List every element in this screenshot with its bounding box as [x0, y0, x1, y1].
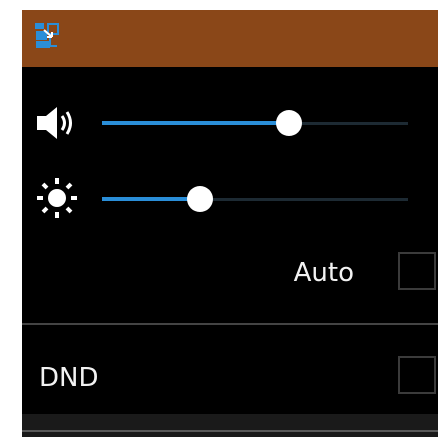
- title-bar: [22, 10, 438, 67]
- volume-slider-thumb[interactable]: [275, 110, 302, 136]
- divider: [22, 323, 438, 325]
- bottom-divider: [22, 430, 438, 432]
- dnd-label: DND: [39, 363, 99, 393]
- dnd-checkbox[interactable]: [398, 356, 436, 394]
- app-swap-icon[interactable]: [33, 22, 61, 50]
- brightness-slider-fill: [102, 197, 200, 201]
- bottom-panel: [22, 414, 438, 437]
- brightness-icon: [37, 178, 77, 218]
- volume-slider-fill: [102, 121, 289, 125]
- brightness-row: [22, 175, 438, 225]
- volume-slider[interactable]: [102, 107, 408, 139]
- auto-brightness-checkbox[interactable]: [398, 252, 436, 290]
- volume-icon: [37, 107, 72, 139]
- brightness-slider-thumb[interactable]: [186, 186, 213, 212]
- volume-row: [22, 98, 438, 148]
- quick-settings-screen: Auto DND: [22, 10, 438, 437]
- brightness-slider[interactable]: [102, 183, 408, 215]
- auto-brightness-label: Auto: [293, 258, 354, 288]
